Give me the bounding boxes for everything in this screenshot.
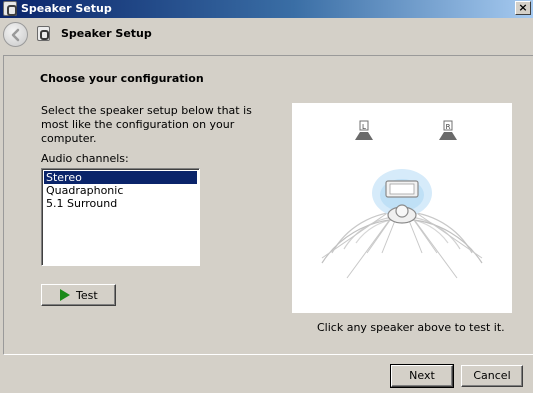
instructions-text: Select the speaker setup below that is m…: [41, 104, 252, 145]
speaker-icon: [37, 26, 50, 41]
cancel-button[interactable]: Cancel: [461, 365, 523, 387]
audio-channels-label: Audio channels:: [41, 152, 129, 165]
speaker-diagram: L R: [292, 103, 512, 313]
page-heading: Choose your configuration: [40, 72, 204, 85]
back-arrow-icon: [11, 28, 20, 42]
wizard-content: Choose your configuration Select the spe…: [3, 55, 533, 355]
wizard-title: Speaker Setup: [61, 27, 152, 40]
list-item-stereo[interactable]: Stereo: [44, 171, 197, 184]
list-item-5-1-surround[interactable]: 5.1 Surround: [44, 197, 197, 210]
back-button[interactable]: [3, 22, 28, 47]
list-item-quadraphonic[interactable]: Quadraphonic: [44, 184, 197, 197]
left-speaker-label: L: [362, 123, 366, 131]
window-title: Speaker Setup: [21, 2, 112, 15]
title-bar: Speaker Setup ×: [0, 0, 533, 18]
speaker-layout-illustration: L R: [321, 120, 483, 279]
audio-channels-listbox[interactable]: Stereo Quadraphonic 5.1 Surround: [41, 168, 200, 266]
close-button[interactable]: ×: [515, 1, 531, 15]
speaker-test-hint: Click any speaker above to test it.: [317, 321, 505, 334]
play-icon: [60, 289, 70, 301]
speaker-app-icon: [3, 1, 17, 16]
wizard-header: Speaker Setup: [0, 18, 533, 51]
test-button[interactable]: Test: [41, 284, 116, 306]
right-speaker-label: R: [446, 123, 451, 131]
test-button-label: Test: [76, 289, 98, 302]
next-button[interactable]: Next: [390, 364, 454, 388]
